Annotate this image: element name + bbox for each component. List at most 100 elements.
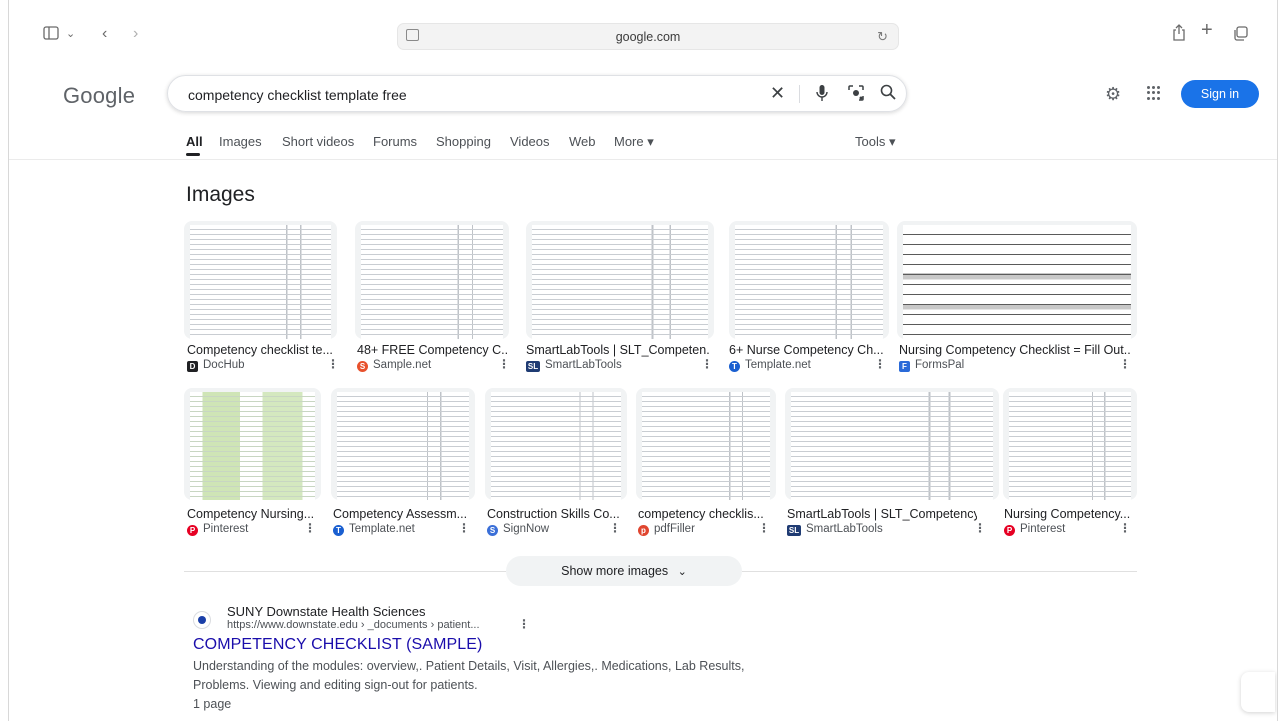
image-source[interactable]: P Pinterest <box>187 523 248 536</box>
image-source[interactable]: T Template.net <box>729 359 811 372</box>
clear-icon[interactable]: ✕ <box>770 83 785 104</box>
lens-icon[interactable] <box>847 84 865 107</box>
image-caption[interactable]: 6+ Nurse Competency Ch... <box>729 343 884 357</box>
smartlabtools-favicon-icon: SL <box>787 525 801 536</box>
address-bar[interactable]: google.com ↻ <box>397 23 899 50</box>
settings-gear-icon[interactable]: ⚙ <box>1105 84 1121 105</box>
image-source[interactable]: S SignNow <box>487 523 549 536</box>
image-thumbnail[interactable] <box>785 388 999 500</box>
show-more-images-button[interactable]: Show more images ⌄ <box>506 556 742 586</box>
more-options-icon[interactable]: ⋮ <box>874 357 886 371</box>
search-box[interactable]: competency checklist template free ✕ <box>167 75 907 112</box>
reload-icon[interactable]: ↻ <box>877 29 888 45</box>
images-section-title: Images <box>186 183 255 206</box>
tab-all[interactable]: All <box>186 134 203 149</box>
image-caption[interactable]: Nursing Competency Checklist = Fill Out.… <box>899 343 1131 357</box>
tab-videos[interactable]: Videos <box>510 134 550 149</box>
image-thumbnail[interactable] <box>485 388 627 500</box>
tab-images[interactable]: Images <box>219 134 262 149</box>
image-source-name: SignNow <box>503 523 550 535</box>
floating-feedback-button[interactable] <box>1241 672 1275 712</box>
result-url[interactable]: https://www.downstate.edu › _documents ›… <box>227 619 480 631</box>
more-options-icon[interactable]: ⋮ <box>609 521 621 535</box>
more-options-icon[interactable]: ⋮ <box>758 521 770 535</box>
browser-toolbar: ⌄ ‹ › google.com ↻ + <box>9 0 1277 64</box>
more-options-icon[interactable]: ⋮ <box>701 357 713 371</box>
more-options-icon[interactable]: ⋮ <box>498 357 510 371</box>
signnow-favicon-icon: S <box>487 525 498 536</box>
more-options-icon[interactable]: ⋮ <box>1119 357 1131 371</box>
image-source[interactable]: p pdfFiller <box>638 523 695 536</box>
pinterest-favicon-icon: P <box>187 525 198 536</box>
more-options-icon[interactable]: ⋮ <box>304 521 316 535</box>
search-icon[interactable] <box>880 84 896 105</box>
image-thumbnail[interactable] <box>526 221 714 339</box>
browser-window: ⌄ ‹ › google.com ↻ + Google competency c… <box>8 0 1278 721</box>
more-options-icon[interactable]: ⋮ <box>518 617 530 631</box>
sidebar-toggle-icon[interactable] <box>43 26 59 44</box>
image-source-name: Pinterest <box>1020 523 1066 535</box>
more-options-icon[interactable]: ⋮ <box>974 521 986 535</box>
more-options-icon[interactable]: ⋮ <box>458 521 470 535</box>
image-caption[interactable]: Nursing Competency... <box>1004 507 1134 521</box>
image-source[interactable]: P Pinterest <box>1004 523 1065 536</box>
result-page-count: 1 page <box>193 697 232 711</box>
address-url: google.com <box>615 30 681 44</box>
site-favicon-icon <box>193 611 211 629</box>
google-apps-icon[interactable] <box>1147 86 1161 100</box>
sign-in-button[interactable]: Sign in <box>1181 80 1259 108</box>
image-thumbnail[interactable] <box>184 388 321 500</box>
image-source-name: SmartLabTools <box>806 523 883 535</box>
tools-menu[interactable]: Tools ▾ <box>855 134 896 150</box>
image-thumbnail[interactable] <box>355 221 509 339</box>
image-source[interactable]: D DocHub <box>187 359 245 372</box>
image-source[interactable]: T Template.net <box>333 523 415 536</box>
image-thumbnail[interactable] <box>636 388 776 500</box>
image-thumbnail[interactable] <box>897 221 1137 339</box>
image-caption[interactable]: Competency Assessm... <box>333 507 473 521</box>
tab-web[interactable]: Web <box>569 134 596 149</box>
tab-more[interactable]: More ▾ <box>614 134 654 150</box>
tab-short-videos[interactable]: Short videos <box>282 134 354 149</box>
result-title-link[interactable]: COMPETENCY CHECKLIST (SAMPLE) <box>193 636 482 654</box>
result-snippet: Problems. Viewing and editing sign-out f… <box>193 678 478 692</box>
result-site-name[interactable]: SUNY Downstate Health Sciences <box>227 604 425 619</box>
search-input[interactable]: competency checklist template free <box>188 87 407 103</box>
back-icon[interactable]: ‹ <box>102 26 107 42</box>
image-source-name: Sample.net <box>373 359 432 371</box>
image-caption[interactable]: 48+ FREE Competency C... <box>357 343 509 357</box>
image-caption[interactable]: Competency Nursing... <box>187 507 321 521</box>
image-source-name: SmartLabTools <box>545 359 622 371</box>
forward-icon[interactable]: › <box>133 26 138 42</box>
chevron-down-icon[interactable]: ⌄ <box>66 26 75 42</box>
share-icon[interactable] <box>1172 24 1186 45</box>
new-tab-icon[interactable]: + <box>1201 20 1213 40</box>
image-thumbnail[interactable] <box>184 221 337 339</box>
more-options-icon[interactable]: ⋮ <box>1119 521 1131 535</box>
tab-shopping[interactable]: Shopping <box>436 134 491 149</box>
image-caption[interactable]: competency checklis... <box>638 507 774 521</box>
image-source[interactable]: SL SmartLabTools <box>787 523 883 536</box>
show-more-label: Show more images <box>561 564 669 578</box>
image-thumbnail[interactable] <box>729 221 889 339</box>
image-caption[interactable]: SmartLabTools | SLT_Competen... <box>526 343 709 357</box>
tabs-divider <box>9 159 1277 160</box>
image-caption[interactable]: Competency checklist te... <box>187 343 337 357</box>
google-logo[interactable]: Google <box>63 83 135 109</box>
image-thumbnail[interactable] <box>331 388 475 500</box>
microphone-icon[interactable] <box>816 84 828 107</box>
image-source[interactable]: SL SmartLabTools <box>526 359 622 372</box>
image-caption[interactable]: Construction Skills Co... <box>487 507 625 521</box>
show-more-divider-right <box>742 571 1137 572</box>
image-source-name: pdfFiller <box>654 523 695 535</box>
tab-overview-icon[interactable] <box>1233 26 1248 45</box>
search-divider <box>799 85 800 103</box>
more-options-icon[interactable]: ⋮ <box>327 357 339 371</box>
image-source[interactable]: F FormsPal <box>899 359 964 372</box>
image-caption[interactable]: SmartLabTools | SLT_Competency ... <box>787 507 977 521</box>
tab-forums[interactable]: Forums <box>373 134 417 149</box>
image-source[interactable]: S Sample.net <box>357 359 431 372</box>
image-thumbnail[interactable] <box>1003 388 1137 500</box>
template-net-favicon-icon: T <box>729 361 740 372</box>
smartlabtools-favicon-icon: SL <box>526 361 540 372</box>
